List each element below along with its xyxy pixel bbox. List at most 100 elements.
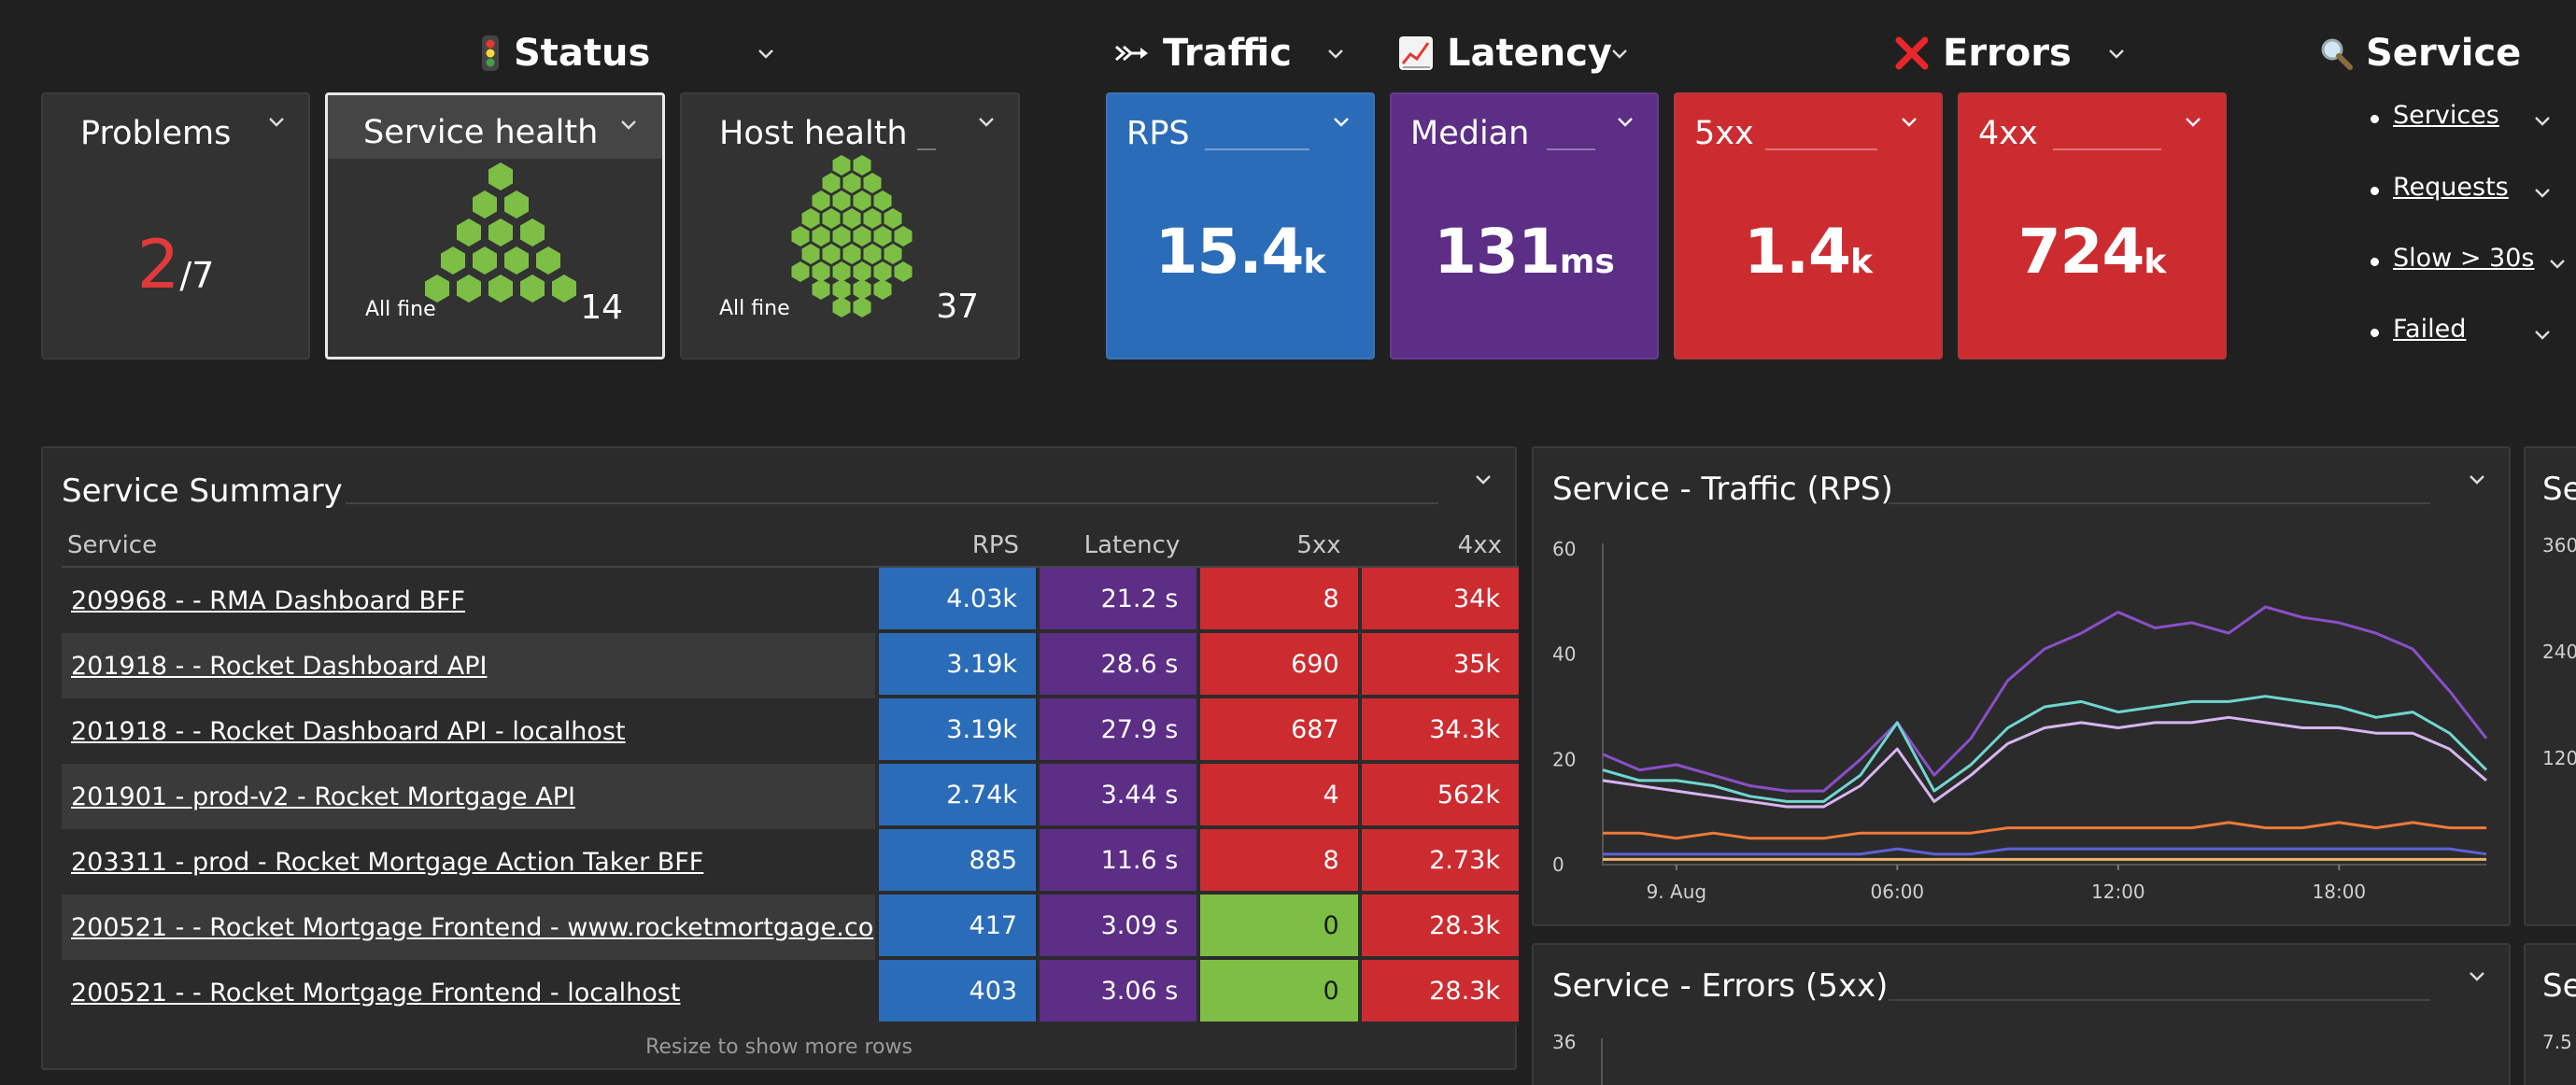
- service-label: Service: [2366, 32, 2522, 75]
- service-link-requests[interactable]: Requests: [2393, 173, 2509, 202]
- host-health-chevron-down-icon[interactable]: [975, 111, 998, 134]
- traffic-chevron-down-icon[interactable]: [1324, 43, 1347, 65]
- x-tick-label: 18:00: [2313, 881, 2367, 903]
- host-health-title: Host health: [719, 115, 908, 152]
- host-hex: [842, 244, 861, 264]
- resize-note: Resize to show more rows: [645, 1036, 913, 1059]
- service-summary-chevron-down-icon[interactable]: [1472, 469, 1494, 491]
- latency-cell: 27.9 s: [1036, 698, 1197, 764]
- x-tick-label: 12:00: [2091, 881, 2145, 903]
- service-health-status: All fine: [365, 298, 436, 321]
- right-bottom-title: Se: [2542, 967, 2576, 1005]
- rps-title: RPS: [1126, 115, 1190, 152]
- arrow-icon: [1114, 43, 1150, 63]
- y-tick-label: 60: [1552, 538, 1576, 560]
- service-health-chevron-down-icon[interactable]: [617, 114, 640, 136]
- service-link-slow[interactable]: Slow > 30s: [2393, 244, 2534, 273]
- host-hex: [832, 261, 851, 282]
- host-hex: [812, 261, 830, 282]
- median-tile[interactable]: Median 131ms: [1390, 92, 1659, 359]
- host-health-status: All fine: [719, 297, 790, 320]
- median-title-line: [1547, 148, 1595, 150]
- rps-title-line: [1205, 148, 1309, 150]
- err4xx-tile[interactable]: 4xx 724k: [1958, 92, 2227, 359]
- errors-4xx-cell: 35k: [1357, 633, 1519, 698]
- service-name-link[interactable]: 200521 - - Rocket Mortgage Frontend - lo…: [62, 960, 875, 1025]
- host-hex: [812, 226, 830, 247]
- service-name-link[interactable]: 201918 - - Rocket Dashboard API: [62, 633, 875, 698]
- table-row[interactable]: 201901 - prod-v2 - Rocket Mortgage API 2.…: [62, 764, 1519, 829]
- host-hex: [894, 226, 913, 247]
- x-tick-label: 9. Aug: [1647, 881, 1707, 903]
- service-name-link[interactable]: 203311 - prod - Rocket Mortgage Action T…: [62, 829, 875, 895]
- errors-chart-title: Service - Errors (5xx): [1552, 967, 1889, 1005]
- problems-chevron-down-icon[interactable]: [265, 111, 288, 134]
- host-health-count: 37: [936, 288, 979, 326]
- bullet-icon: [2371, 258, 2379, 266]
- errors-5xx-cell: 8: [1196, 568, 1358, 633]
- service-name-link[interactable]: 209968 - - RMA Dashboard BFF: [62, 568, 875, 633]
- latency-cell: 21.2 s: [1036, 568, 1197, 633]
- right-chart-y-tick-120: 120: [2542, 747, 2576, 769]
- errors-chart-axis: [1601, 1038, 1603, 1085]
- err4xx-chevron-down-icon[interactable]: [2182, 111, 2204, 134]
- y-tick-label: 0: [1552, 853, 1564, 876]
- host-hex: [853, 155, 871, 176]
- table-row[interactable]: 209968 - - RMA Dashboard BFF 4.03k 21.2 s8…: [62, 568, 1519, 633]
- problems-total: /7: [179, 255, 215, 296]
- x-tick-label: 06:00: [1871, 881, 1925, 903]
- errors-chevron-down-icon[interactable]: [2105, 43, 2128, 65]
- errors-chart-title-line: [1889, 999, 2430, 1001]
- err4xx-title: 4xx: [1978, 115, 2038, 152]
- latency-chevron-down-icon[interactable]: [1608, 43, 1631, 65]
- service-health-count: 14: [580, 289, 623, 327]
- errors-chart-chevron-down-icon[interactable]: [2466, 965, 2488, 988]
- host-hex: [832, 297, 851, 317]
- table-row[interactable]: 203311 - prod - Rocket Mortgage Action T…: [62, 829, 1519, 895]
- median-chevron-down-icon[interactable]: [1614, 111, 1636, 134]
- problems-tile[interactable]: Problems 2/7: [41, 92, 310, 359]
- rps-tile[interactable]: RPS 15.4k: [1106, 92, 1375, 359]
- errors-4xx-cell: 28.3k: [1357, 895, 1519, 960]
- service-health-tile[interactable]: Service health All fine 14: [325, 92, 665, 359]
- rps-chevron-down-icon[interactable]: [1330, 111, 1352, 134]
- host-health-hex-grid: [791, 155, 913, 317]
- table-row[interactable]: 200521 - - Rocket Mortgage Frontend - lo…: [62, 960, 1519, 1025]
- services-chevron-down-icon[interactable]: [2531, 110, 2554, 133]
- host-hex: [812, 190, 830, 211]
- errors-5xx-cell: 8: [1196, 829, 1358, 895]
- table-row[interactable]: 201918 - - Rocket Dashboard API 3.19k 28.6…: [62, 633, 1519, 698]
- slow-chevron-down-icon[interactable]: [2546, 253, 2569, 275]
- table-row[interactable]: 200521 - - Rocket Mortgage Frontend - ww…: [62, 895, 1519, 960]
- bullet-icon: [2371, 115, 2379, 123]
- median-value-wrap: 131ms: [1392, 216, 1657, 288]
- service-name-link[interactable]: 201918 - - Rocket Dashboard API - localh…: [62, 698, 875, 764]
- service-health-title: Service health: [363, 114, 599, 151]
- status-chevron-down-icon[interactable]: [755, 43, 777, 65]
- rps-cell: 3.19k: [874, 698, 1037, 764]
- host-hex: [801, 208, 820, 229]
- err5xx-tile[interactable]: 5xx 1.4k: [1674, 92, 1943, 359]
- service-name-link[interactable]: 200521 - - Rocket Mortgage Frontend - ww…: [62, 895, 875, 960]
- problems-value-wrap: 2/7: [43, 225, 308, 303]
- status-label: Status: [514, 32, 651, 75]
- table-row[interactable]: 201918 - - Rocket Dashboard API - localh…: [62, 698, 1519, 764]
- traffic-chart: 0 20 40 60 9. Aug 06:00 12:00 18:00: [1552, 538, 2488, 903]
- host-health-tile[interactable]: Host health All fine 37: [680, 92, 1020, 359]
- host-hex: [832, 190, 851, 211]
- service-link-services[interactable]: Services: [2393, 101, 2499, 130]
- service-link-failed[interactable]: Failed: [2393, 315, 2466, 344]
- host-hex: [791, 226, 810, 247]
- failed-chevron-down-icon[interactable]: [2531, 324, 2554, 346]
- host-hex: [842, 208, 861, 229]
- requests-chevron-down-icon[interactable]: [2531, 182, 2554, 204]
- service-summary-panel: Service Summary Service RPS Latency 5xx …: [41, 446, 1519, 1070]
- latency-cell: 3.09 s: [1036, 895, 1197, 960]
- median-unit: ms: [1559, 243, 1615, 281]
- host-hex: [853, 297, 871, 317]
- service-name-link[interactable]: 201901 - prod-v2 - Rocket Mortgage API: [62, 764, 875, 829]
- errors-chart-panel: Service - Errors (5xx) 36: [1532, 943, 2511, 1085]
- err5xx-chevron-down-icon[interactable]: [1898, 111, 1920, 134]
- service-link-list: Services Requests Slow > 30s Failed: [2371, 101, 2576, 362]
- errors-5xx-cell: 0: [1196, 960, 1358, 1025]
